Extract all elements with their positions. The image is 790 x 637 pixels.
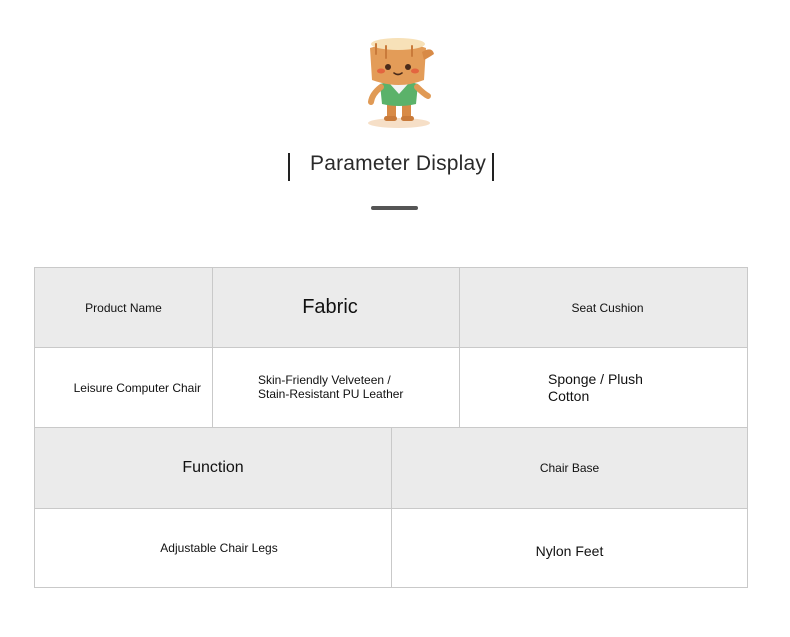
cell-chair-base-label: Chair Base [391,427,748,509]
seat-cushion-value-line2: Cotton [548,387,590,404]
cell-seat-cushion-label: Seat Cushion [459,267,748,348]
fabric-value: Skin-Friendly Velveteen / Stain-Resistan… [258,372,404,402]
product-name-label: Product Name [85,300,162,315]
chair-base-value: Nylon Feet [535,543,604,559]
mascot-illustration [368,38,434,128]
seat-cushion-value: Sponge / Plush Cotton [548,371,643,403]
chair-base-label: Chair Base [539,461,600,475]
seat-cushion-label: Seat Cushion [571,300,644,315]
title-left-bar [288,153,290,181]
cell-fabric-label: Fabric [212,267,460,348]
page-title: Parameter Display [310,152,487,175]
function-label: Function [182,459,244,476]
cell-function-label: Function [34,427,392,509]
function-value: Adjustable Chair Legs [160,541,278,555]
cell-seat-cushion-value: Sponge / Plush Cotton [459,347,748,428]
title-underline [371,206,418,210]
seat-cushion-value-line1: Sponge / Plush [548,371,643,388]
cell-chair-base-value: Nylon Feet [391,508,748,588]
cell-fabric-value: Skin-Friendly Velveteen / Stain-Resistan… [212,347,460,428]
cell-product-name-label: Product Name [34,267,213,348]
cell-function-value: Adjustable Chair Legs [34,508,392,588]
title-right-bar [492,153,494,181]
fabric-label: Fabric [302,296,358,318]
product-name-value: Leisure Computer Chair [73,380,201,395]
parameter-table: Product Name Fabric Seat Cushion Leisure… [34,267,748,588]
cell-product-name-value: Leisure Computer Chair [34,347,213,428]
fabric-value-line1: Skin-Friendly Velveteen / [258,372,391,387]
fabric-value-line2: Stain-Resistant PU Leather [258,386,404,401]
